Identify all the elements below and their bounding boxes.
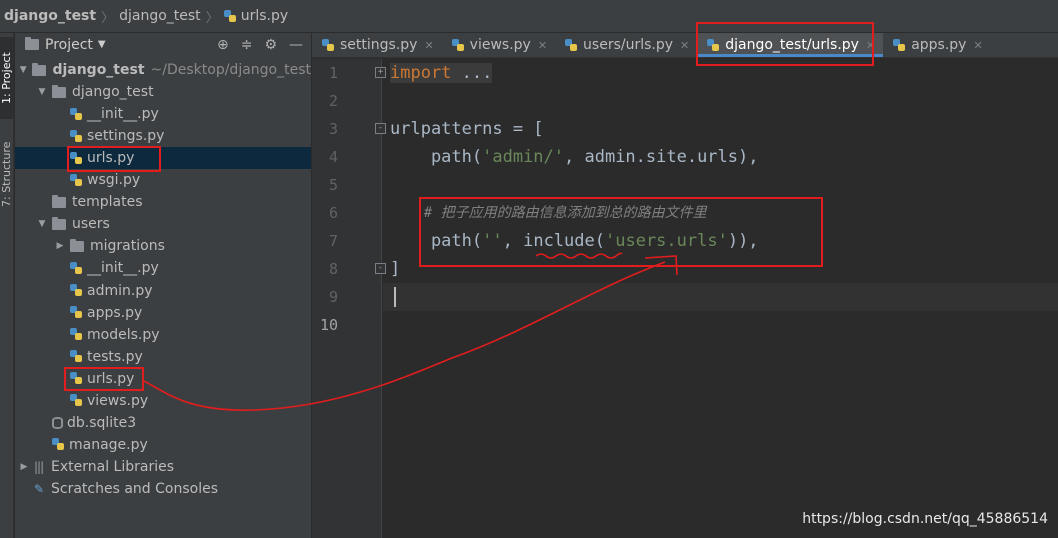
arrow-curve <box>143 261 666 411</box>
arrow-head <box>644 255 678 276</box>
annotation-arrow <box>143 252 678 411</box>
include-underline <box>535 252 623 259</box>
